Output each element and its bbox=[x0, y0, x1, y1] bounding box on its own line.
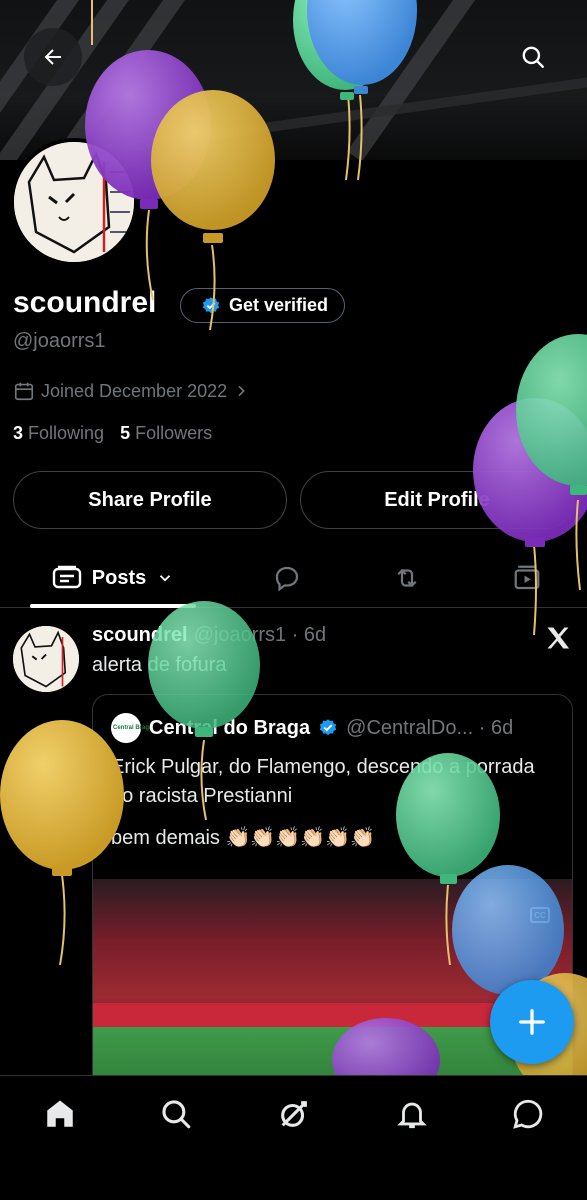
cat-drawing-avatar bbox=[14, 142, 134, 262]
quoted-author[interactable]: Central do Braga bbox=[149, 717, 310, 740]
verified-badge-icon bbox=[202, 296, 220, 313]
central-braga-logo: Central Braga bbox=[111, 713, 152, 743]
tab-posts[interactable]: Posts bbox=[30, 548, 196, 608]
arrow-left-icon bbox=[44, 49, 61, 65]
edit-profile-button[interactable]: Edit Profile bbox=[300, 471, 574, 529]
x-logo-icon bbox=[544, 624, 572, 657]
tab-media[interactable] bbox=[502, 548, 552, 608]
cat-drawing-avatar bbox=[13, 626, 79, 692]
nav-messages[interactable] bbox=[508, 1094, 548, 1134]
notifications-icon bbox=[397, 1102, 427, 1129]
post-header: scoundrel @joaorrs1 · 6d bbox=[92, 624, 326, 647]
quoted-post-header: Central Braga Central do Braga @CentralD… bbox=[111, 713, 513, 743]
tab-replies[interactable] bbox=[262, 548, 312, 608]
profile-tabs: Posts bbox=[0, 548, 587, 608]
quoted-video[interactable]: CC bbox=[93, 879, 572, 1093]
chevron-down-icon bbox=[160, 575, 171, 582]
profile-handle: @joaorrs1 bbox=[13, 330, 106, 352]
followers-count: 5 bbox=[120, 423, 131, 443]
get-verified-button[interactable]: Get verified bbox=[180, 288, 346, 323]
plus-icon bbox=[519, 1009, 545, 1035]
followers-label: Followers bbox=[135, 423, 213, 443]
replies-icon bbox=[275, 566, 299, 592]
captions-icon[interactable]: CC bbox=[530, 907, 550, 923]
grok-icon bbox=[281, 1101, 307, 1127]
back-button[interactable] bbox=[24, 28, 82, 86]
joined-date[interactable]: Joined December 2022 bbox=[13, 380, 249, 402]
search-icon bbox=[522, 46, 544, 68]
quoted-meta: @CentralDo... · 6d bbox=[346, 716, 514, 739]
nav-search[interactable] bbox=[156, 1094, 196, 1134]
profile-banner bbox=[0, 0, 587, 160]
following-label: Following bbox=[28, 423, 105, 443]
messages-icon bbox=[513, 1099, 543, 1129]
bottom-navigation bbox=[0, 1075, 587, 1200]
post-avatar[interactable] bbox=[13, 626, 79, 692]
get-verified-label: Get verified bbox=[229, 295, 329, 315]
share-profile-button[interactable]: Share Profile bbox=[13, 471, 287, 529]
nav-notifications[interactable] bbox=[392, 1094, 432, 1134]
chevron-right-icon bbox=[238, 385, 245, 397]
search-icon bbox=[162, 1100, 191, 1129]
home-icon bbox=[47, 1100, 73, 1127]
tab-reposts[interactable] bbox=[382, 548, 432, 608]
reposts-icon bbox=[397, 568, 417, 588]
quoted-text: Erick Pulgar, do Flamengo, descendo a po… bbox=[111, 756, 535, 807]
media-icon bbox=[514, 565, 540, 590]
compose-button[interactable] bbox=[490, 980, 574, 1064]
profile-name: scoundrel bbox=[13, 286, 157, 319]
verified-badge-icon bbox=[319, 719, 337, 736]
following-count: 3 bbox=[13, 423, 24, 443]
nav-grok[interactable] bbox=[274, 1094, 314, 1134]
post-author[interactable]: scoundrel bbox=[92, 624, 188, 647]
post-text: alerta de fofura bbox=[92, 654, 227, 676]
post-meta: @joaorrs1 · 6d bbox=[193, 624, 327, 646]
profile-avatar[interactable] bbox=[10, 138, 138, 266]
joined-label: Joined December 2022 bbox=[41, 380, 228, 401]
tab-posts-label: Posts bbox=[91, 566, 147, 589]
follow-stats: 3 Following 5 Followers bbox=[13, 423, 212, 444]
search-button[interactable] bbox=[504, 28, 562, 86]
following-link[interactable]: 3 Following bbox=[13, 423, 104, 444]
calendar-icon bbox=[14, 382, 34, 401]
posts-icon bbox=[52, 565, 81, 589]
quoted-text-2: bem demais 👏🏻👏🏻👏🏻👏🏻👏🏻👏🏻 bbox=[111, 827, 375, 849]
nav-home[interactable] bbox=[40, 1094, 80, 1134]
followers-link[interactable]: 5 Followers bbox=[120, 423, 212, 444]
